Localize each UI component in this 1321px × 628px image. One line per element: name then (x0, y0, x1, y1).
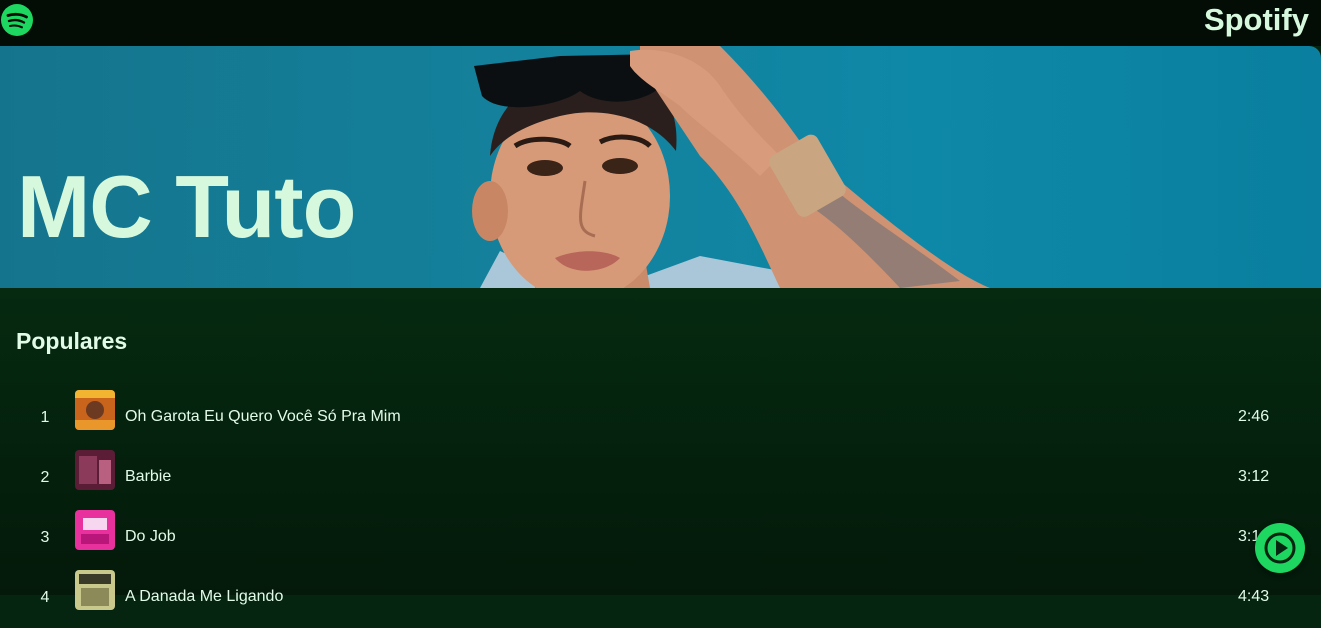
track-title[interactable]: Do Job (125, 528, 176, 546)
track-cover (75, 450, 115, 490)
brand-title: Spotify (1203, 2, 1309, 37)
artist-name: MC Tuto (17, 157, 356, 256)
main-content: Populares 1 Oh Garota Eu Quero Você Só P… (0, 288, 1321, 610)
track-cover (75, 570, 115, 610)
track-duration: 2:46 (1238, 408, 1270, 425)
track-cover (75, 510, 115, 550)
track-row[interactable]: 1 Oh Garota Eu Quero Você Só Pra Mim 2:4… (0, 388, 1321, 448)
track-duration: 4:43 (1238, 588, 1270, 605)
track-row[interactable]: 3 Do Job 3:12 (0, 508, 1321, 568)
play-icon (1264, 532, 1296, 564)
track-title[interactable]: A Danada Me Ligando (125, 588, 283, 606)
artist-hero-banner: MC Tuto (0, 46, 1321, 288)
track-number: 2 (40, 469, 50, 486)
track-title[interactable]: Barbie (125, 468, 171, 486)
track-cover (75, 390, 115, 430)
track-title[interactable]: Oh Garota Eu Quero Você Só Pra Mim (125, 408, 401, 426)
top-bar: Spotify (0, 0, 1321, 46)
track-row[interactable]: 2 Barbie 3:12 (0, 448, 1321, 508)
section-title-popular: Populares (16, 328, 128, 354)
track-row[interactable]: 4 A Danada Me Ligando 4:43 (0, 568, 1321, 628)
track-number: 4 (40, 589, 50, 606)
track-number: 1 (40, 409, 50, 426)
play-button[interactable] (1255, 523, 1305, 573)
spotify-logo-icon[interactable] (0, 3, 34, 37)
track-duration: 3:12 (1238, 468, 1270, 485)
track-number: 3 (40, 529, 50, 546)
